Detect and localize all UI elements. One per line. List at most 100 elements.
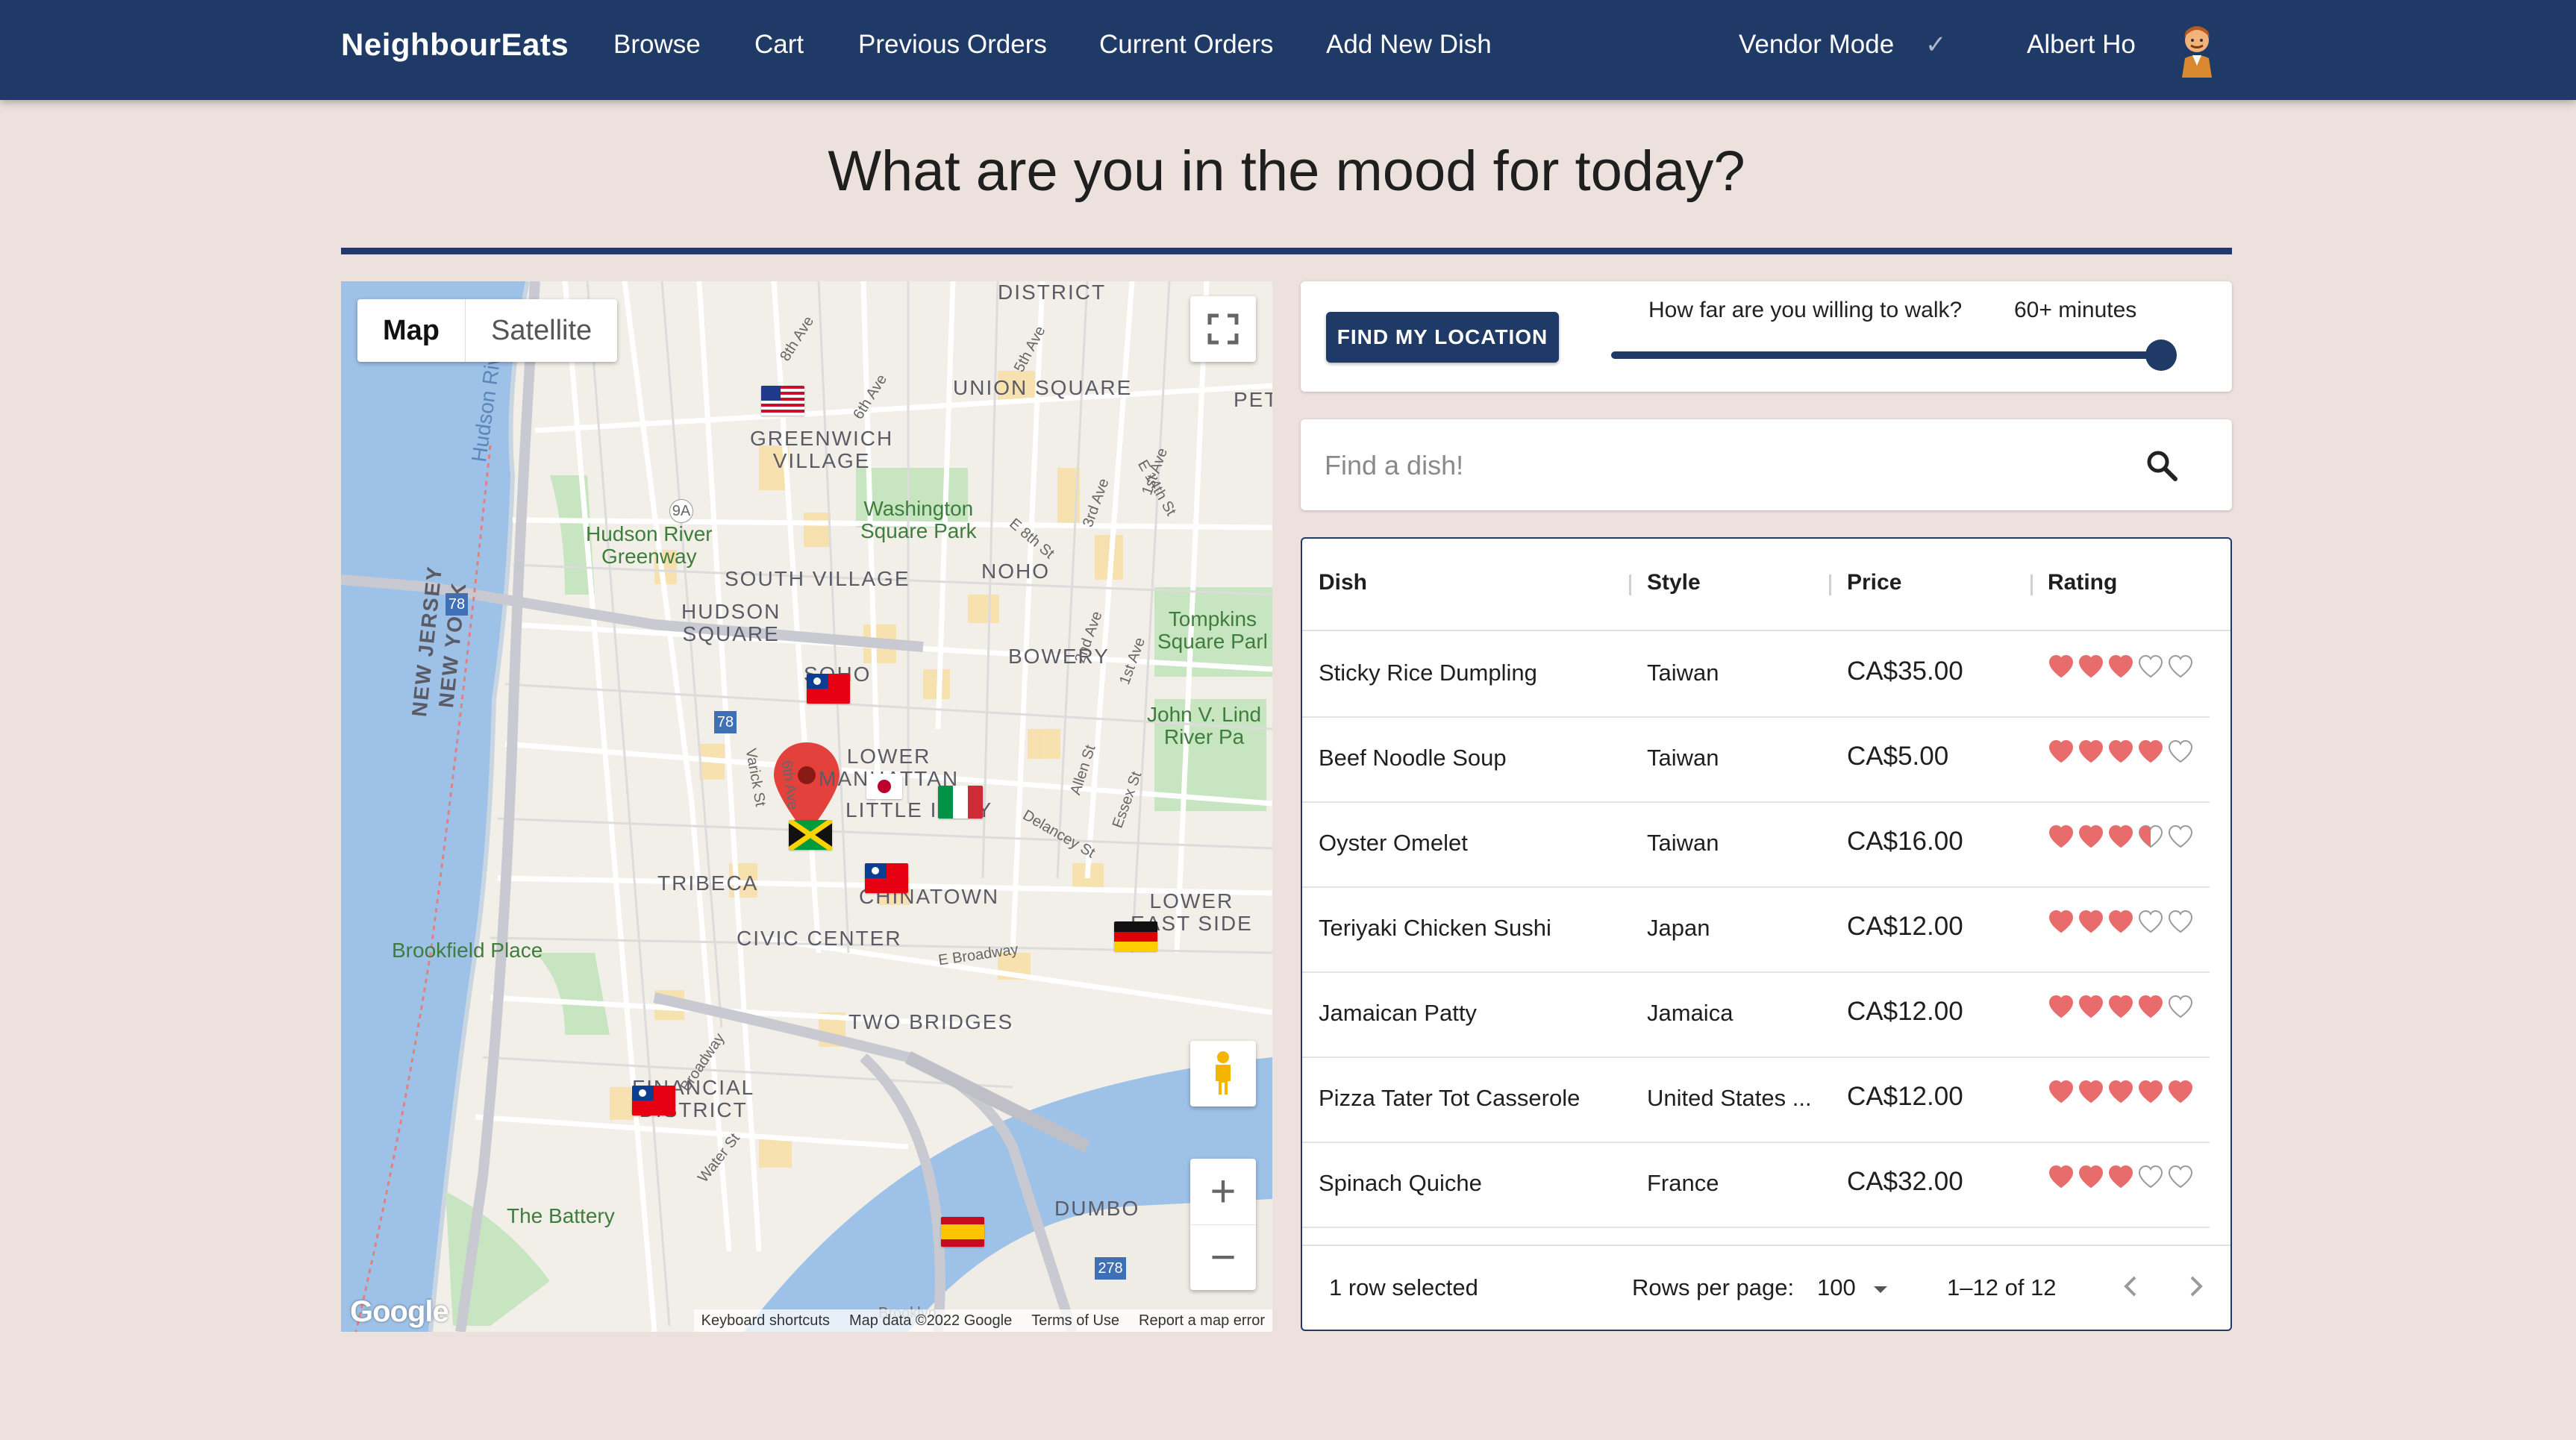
zoom-in-button[interactable]: + (1190, 1159, 1256, 1225)
marker-germany-flag[interactable] (1114, 921, 1157, 951)
nav-current-orders[interactable]: Current Orders (1099, 30, 1273, 60)
dish-name-cell: Teriyaki Chicken Sushi (1319, 915, 1551, 941)
dish-search-input[interactable] (1323, 440, 2072, 491)
map-type-satellite-button[interactable]: Satellite (466, 299, 617, 362)
chevron-right-icon (2190, 1276, 2203, 1297)
map-label-washington-park: Washington Square Park (860, 497, 977, 542)
terms-of-use-link[interactable]: Terms of Use (1031, 1309, 1119, 1332)
find-my-location-button[interactable]: FIND MY LOCATION (1326, 312, 1559, 363)
map-view[interactable]: DISTRICT UNION SQUARE PET GREENWICH VILL… (341, 281, 1272, 1332)
table-row[interactable]: Oyster Omelet Taiwan CA$16.00 (1302, 801, 2210, 888)
table-row[interactable]: Pizza Tater Tot Casserole United States .… (1302, 1056, 2210, 1143)
heart-filled-icon (2078, 1165, 2104, 1189)
heart-filled-icon (2078, 654, 2104, 678)
marker-italy-flag[interactable] (938, 786, 983, 818)
heart-filled-icon (2108, 1165, 2133, 1189)
map-type-map-button[interactable]: Map (357, 299, 466, 362)
pagination-range: 1–12 of 12 (1947, 1274, 2057, 1300)
column-header-rating[interactable]: Rating (2048, 570, 2117, 595)
heart-filled-icon (2078, 739, 2104, 763)
heart-empty-icon (2168, 654, 2193, 678)
table-row[interactable]: Teriyaki Chicken Sushi Japan CA$12.00 (1302, 886, 2210, 973)
nav-add-new-dish[interactable]: Add New Dish (1326, 30, 1492, 60)
heart-empty-icon (2138, 1165, 2163, 1189)
previous-page-button[interactable] (2119, 1271, 2142, 1309)
column-separator[interactable] (1829, 575, 1831, 595)
column-header-price[interactable]: Price (1847, 570, 1901, 595)
table-row[interactable]: Spinach Quiche France CA$32.00 (1302, 1142, 2210, 1228)
checkmark-icon[interactable]: ✓ (1925, 30, 1947, 60)
column-header-dish[interactable]: Dish (1319, 570, 1367, 595)
map-footer: Keyboard shortcuts Map data ©2022 Google… (693, 1309, 1272, 1332)
street-view-pegman-button[interactable] (1190, 1041, 1256, 1106)
marker-taiwan-flag-2[interactable] (865, 863, 908, 893)
marker-japan-flag[interactable] (866, 774, 902, 799)
dish-name-cell: Jamaican Patty (1319, 1000, 1477, 1026)
marker-jamaica-flag[interactable] (789, 820, 832, 850)
heart-filled-icon (2078, 995, 2104, 1018)
marker-taiwan-flag-3[interactable] (632, 1086, 675, 1115)
rating-hearts (2048, 739, 2194, 766)
report-map-error-link[interactable]: Report a map error (1139, 1309, 1265, 1332)
heart-filled-icon (2048, 1080, 2074, 1104)
vendor-mode-toggle[interactable]: Vendor Mode (1739, 30, 1894, 60)
heart-empty-icon (2168, 824, 2193, 848)
column-separator[interactable] (2031, 575, 2033, 595)
avatar[interactable] (2175, 21, 2219, 78)
zoom-control: + − (1190, 1159, 1256, 1290)
heart-empty-icon (2138, 910, 2163, 933)
top-nav-bar: NeighbourEats Browse Cart Previous Order… (0, 0, 2576, 100)
walk-distance-slider-track[interactable] (1611, 351, 2166, 359)
heart-filled-icon (2108, 824, 2133, 848)
dish-price-cell: CA$12.00 (1847, 912, 1963, 941)
marker-spain-flag[interactable] (941, 1217, 984, 1247)
column-header-style[interactable]: Style (1647, 570, 1701, 595)
marker-taiwan-flag[interactable] (807, 674, 850, 704)
search-icon[interactable] (2142, 446, 2181, 485)
next-page-button[interactable] (2184, 1271, 2208, 1309)
dish-price-cell: CA$12.00 (1847, 997, 1963, 1026)
map-label-two-bridges: TWO BRIDGES (848, 1010, 1014, 1033)
route-9a-shield: 9A (669, 499, 693, 523)
google-logo: Google (350, 1295, 449, 1328)
nav-browse[interactable]: Browse (613, 30, 701, 60)
marker-usa-flag[interactable] (761, 386, 804, 416)
heart-filled-icon (2138, 995, 2163, 1018)
heart-filled-icon (2048, 995, 2074, 1018)
walk-distance-slider-thumb[interactable] (2145, 339, 2177, 371)
rows-per-page-select[interactable]: 100 (1817, 1274, 1890, 1301)
map-label-tribeca: TRIBECA (657, 871, 759, 895)
heart-empty-icon (2168, 739, 2193, 763)
dish-name-cell: Beef Noodle Soup (1319, 745, 1507, 771)
zoom-out-button[interactable]: − (1190, 1224, 1256, 1290)
table-row[interactable]: Beef Noodle Soup Taiwan CA$5.00 (1302, 716, 2210, 803)
fullscreen-button[interactable] (1190, 296, 1256, 362)
dish-price-cell: CA$35.00 (1847, 657, 1963, 686)
keyboard-shortcuts-link[interactable]: Keyboard shortcuts (701, 1309, 830, 1332)
user-name[interactable]: Albert Ho (2027, 30, 2136, 60)
rating-hearts (2048, 654, 2194, 680)
table-footer: 1 row selected Rows per page: 100 1–12 o… (1302, 1245, 2230, 1330)
page-title: What are you in the mood for today? (828, 140, 1745, 203)
route-78-shield: 78 (446, 593, 468, 616)
nav-previous-orders[interactable]: Previous Orders (858, 30, 1047, 60)
map-label-hudson-greenway: Hudson River Greenway (586, 522, 713, 568)
map-type-control: Map Satellite (357, 299, 618, 362)
nav-cart[interactable]: Cart (754, 30, 804, 60)
map-label-civic-center: CIVIC CENTER (737, 927, 902, 950)
table-row[interactable]: Sticky Rice Dumpling Taiwan CA$35.00 (1302, 631, 2210, 718)
table-row[interactable]: Jamaican Patty Jamaica CA$12.00 (1302, 971, 2210, 1058)
brand-logo[interactable]: NeighbourEats (341, 27, 569, 63)
walk-distance-value: 60+ minutes (2014, 298, 2137, 322)
dish-style-cell: United States ... (1647, 1085, 1812, 1111)
heart-half-icon (2138, 824, 2163, 848)
walk-distance-label: How far are you willing to walk? (1648, 298, 1963, 322)
rows-per-page-label: Rows per page: (1632, 1274, 1795, 1300)
heart-filled-icon (2048, 654, 2074, 678)
heart-empty-icon (2138, 654, 2163, 678)
column-separator[interactable] (1629, 575, 1631, 595)
heart-filled-icon (2078, 910, 2104, 933)
fullscreen-icon (1207, 313, 1239, 345)
dish-style-cell: Taiwan (1647, 745, 1719, 771)
route-78-shield-2: 78 (714, 711, 737, 733)
